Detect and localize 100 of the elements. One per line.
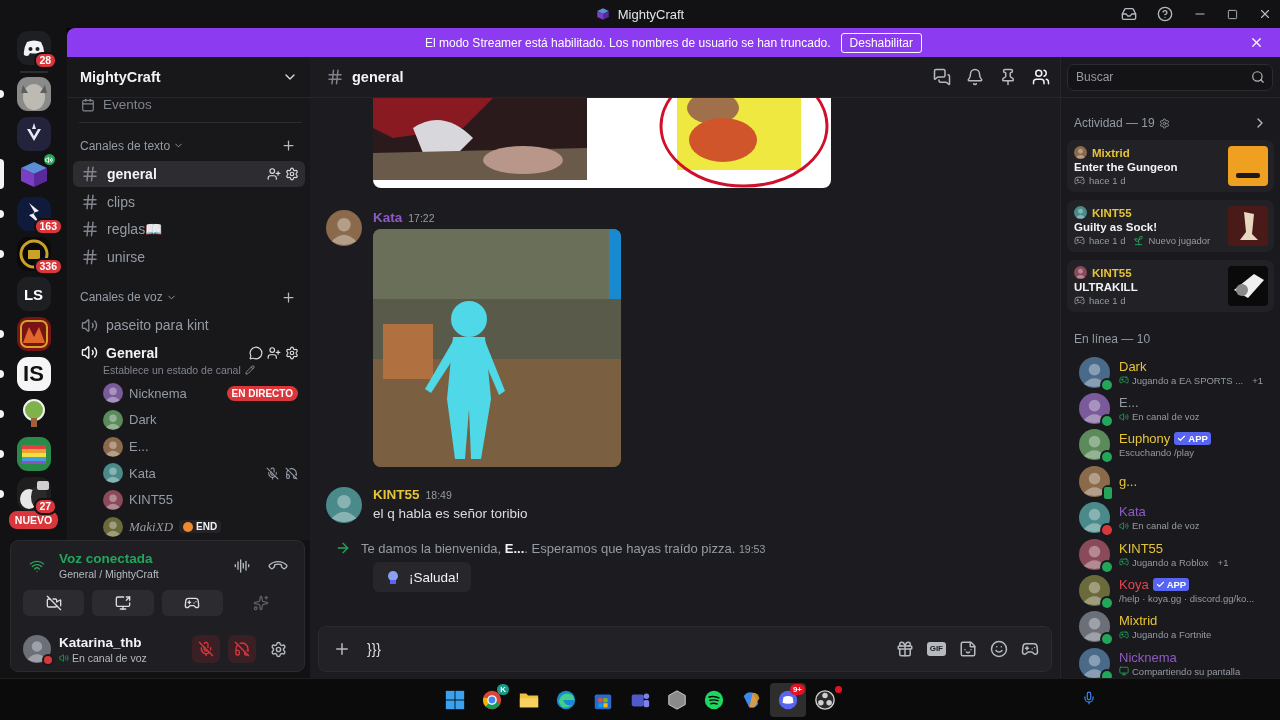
- member-name[interactable]: Euphony: [1119, 431, 1171, 447]
- gamepad-icon: [1074, 295, 1085, 306]
- message-author[interactable]: Kata: [373, 210, 403, 225]
- server-item[interactable]: 163: [0, 195, 67, 235]
- activity-card[interactable]: KINT55 Guilty as Sock! hace 1 d Nuevo jugador: [1067, 200, 1274, 252]
- channel-item[interactable]: unirse: [73, 244, 305, 271]
- member-name[interactable]: Koya: [1119, 577, 1149, 593]
- member-name[interactable]: g...: [1119, 473, 1138, 489]
- taskbar-button[interactable]: K: [474, 682, 510, 717]
- activity-card[interactable]: KINT55 ULTRAKILL hace 1 d: [1067, 260, 1274, 312]
- category-label[interactable]: Canales de texto: [80, 138, 171, 153]
- bell-icon[interactable]: [966, 68, 984, 86]
- member-name[interactable]: Nicknema: [1119, 649, 1177, 665]
- server-item[interactable]: LS: [0, 275, 67, 315]
- server-icon[interactable]: [16, 77, 51, 111]
- channel-status-hint[interactable]: Establece un estado de canal: [103, 363, 310, 376]
- deafen-button[interactable]: [228, 635, 256, 664]
- member-name[interactable]: Dark: [1119, 358, 1147, 374]
- speaker-icon: [1119, 411, 1129, 422]
- arrow-right-icon: [335, 540, 351, 556]
- user-avatar: [23, 635, 51, 664]
- settings-icon: [285, 345, 299, 360]
- wave-button[interactable]: ¡Saluda!: [373, 562, 472, 592]
- server-name[interactable]: MightyCraft: [80, 69, 161, 85]
- message-field[interactable]: }}} GIF: [318, 626, 1052, 672]
- gamepad-icon[interactable]: [1021, 640, 1039, 658]
- voice-channel-item[interactable]: General: [73, 340, 305, 366]
- message-author[interactable]: KINT55: [373, 487, 420, 502]
- channel-name: reglas📖: [107, 221, 164, 238]
- member-name[interactable]: E...: [1119, 395, 1139, 411]
- server-icon[interactable]: [16, 31, 51, 65]
- user-name[interactable]: Katarina_thb: [59, 634, 184, 650]
- close-icon[interactable]: [1258, 7, 1272, 21]
- members-icon[interactable]: [1032, 68, 1050, 86]
- hash-icon: [81, 220, 99, 239]
- voice-member[interactable]: Nicknema EN DIRECTO: [103, 379, 310, 407]
- server-icon[interactable]: [16, 437, 51, 471]
- camera-off-button[interactable]: [23, 589, 85, 616]
- member-name[interactable]: KINT55: [1119, 540, 1164, 556]
- member-name: KINT55: [129, 492, 175, 508]
- section-title: Actividad — 19: [1074, 116, 1155, 130]
- user-avatar: [326, 210, 362, 246]
- message-time: 18:49: [425, 489, 452, 501]
- server-icon[interactable]: IS: [16, 357, 51, 391]
- channel-item[interactable]: reglas📖: [73, 216, 305, 243]
- search-field[interactable]: Buscar: [1067, 63, 1273, 91]
- activity-button[interactable]: [161, 589, 223, 616]
- gift-icon[interactable]: [895, 640, 914, 658]
- voice-location[interactable]: General / MightyCraft: [59, 568, 220, 581]
- server-icon[interactable]: [16, 117, 51, 151]
- voice-member[interactable]: MakiXD END: [103, 513, 310, 540]
- voice-member[interactable]: Kata: [103, 459, 310, 487]
- mute-button[interactable]: [192, 635, 220, 664]
- user-avatar: [1079, 356, 1110, 388]
- channel-name[interactable]: Eventos: [103, 98, 152, 112]
- pin-icon[interactable]: [999, 68, 1017, 86]
- server-item[interactable]: 336: [0, 235, 67, 275]
- unread-count-badge: 336: [33, 258, 64, 275]
- taskbar-button[interactable]: 9+: [770, 682, 806, 717]
- gif-button[interactable]: GIF: [926, 642, 946, 656]
- category-label[interactable]: Canales de voz: [80, 290, 163, 305]
- server-icon[interactable]: [16, 317, 51, 351]
- maximize-icon[interactable]: [1227, 8, 1238, 20]
- disable-button[interactable]: Deshabilitar: [840, 32, 922, 53]
- voice-channel-item[interactable]: paseito para kint: [73, 312, 305, 339]
- add-channel-icon[interactable]: [281, 138, 296, 154]
- inbox-icon[interactable]: [1121, 6, 1137, 22]
- voice-member[interactable]: E...: [103, 433, 310, 460]
- add-icon[interactable]: [333, 640, 351, 658]
- screen-share-button[interactable]: [92, 589, 154, 616]
- activity-card[interactable]: Mixtrid Enter the Gungeon hace 1 d: [1067, 140, 1274, 192]
- voice-member[interactable]: KINT55: [103, 486, 310, 514]
- invite-icon: [267, 345, 281, 360]
- help-icon[interactable]: [1157, 6, 1173, 22]
- activity-time: hace 1 d: [1089, 235, 1126, 246]
- member-name[interactable]: Kata: [1119, 504, 1146, 520]
- emoji-icon[interactable]: [990, 640, 1008, 658]
- server-icon[interactable]: LS: [16, 277, 51, 311]
- server-item[interactable]: 28: [0, 29, 67, 69]
- add-channel-icon[interactable]: [281, 289, 296, 305]
- sticker-icon[interactable]: [959, 640, 977, 658]
- app-logo-icon: [22, 39, 45, 57]
- gamepad-icon: [1119, 375, 1129, 386]
- member-name[interactable]: Mixtrid: [1119, 613, 1158, 629]
- browser-icon: [555, 688, 577, 711]
- user-avatar: [1074, 146, 1087, 159]
- voice-member[interactable]: Dark: [103, 406, 310, 434]
- server-item[interactable]: IS: [0, 355, 67, 395]
- noise-suppression-icon[interactable]: [234, 557, 250, 574]
- threads-icon[interactable]: [933, 68, 951, 86]
- close-icon[interactable]: [1249, 35, 1264, 50]
- user-avatar: [103, 516, 123, 537]
- channel-item[interactable]: clips: [73, 188, 305, 215]
- status-dot: [42, 654, 54, 667]
- message-input[interactable]: }}}: [365, 640, 882, 658]
- message-time: 17:22: [408, 212, 435, 224]
- channel-item[interactable]: general: [73, 160, 305, 187]
- status-emoji-icon: [183, 521, 194, 532]
- settings-icon[interactable]: [1158, 117, 1170, 129]
- server-icon[interactable]: [16, 477, 51, 511]
